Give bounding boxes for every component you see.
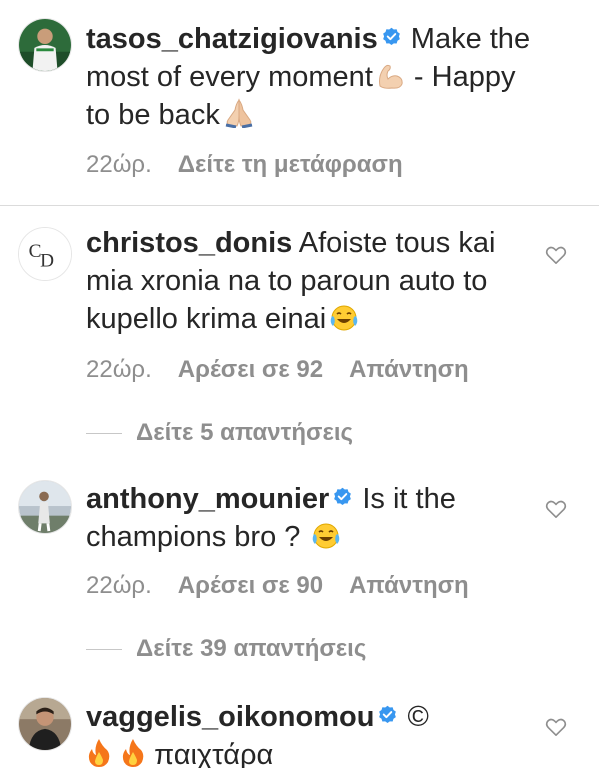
face-with-tears-of-joy-icon xyxy=(311,522,341,550)
heart-outline-icon xyxy=(545,718,567,736)
face-with-tears-of-joy-icon xyxy=(329,304,359,332)
view-replies-button[interactable]: Δείτε 39 απαντήσεις xyxy=(86,634,366,664)
comment-time: 22ώρ. xyxy=(86,356,152,383)
verified-badge-icon xyxy=(378,705,397,724)
verified-badge-icon xyxy=(333,487,352,506)
comment-likes[interactable]: Αρέσει σε 92 xyxy=(178,356,323,384)
comment-author-avatar[interactable] xyxy=(18,480,72,534)
comment-username[interactable]: anthony_mounier xyxy=(86,483,329,515)
post-caption: tasos_chatzigiovanis Make the most of ev… xyxy=(0,0,599,205)
comment-body: παιχτάρα xyxy=(154,739,274,768)
view-replies-button[interactable]: Δείτε 5 απαντήσεις xyxy=(86,418,353,448)
caption-text: tasos_chatzigiovanis Make the most of ev… xyxy=(86,20,546,134)
comment-username[interactable]: christos_donis xyxy=(86,227,292,259)
view-replies-label: Δείτε 39 απαντήσεις xyxy=(136,635,367,662)
svg-text:D: D xyxy=(40,251,54,272)
flexed-biceps-icon xyxy=(376,62,406,90)
heart-outline-icon xyxy=(545,246,567,264)
view-replies-label: Δείτε 5 απαντήσεις xyxy=(136,419,353,446)
heart-outline-icon xyxy=(545,500,567,518)
verified-badge-icon xyxy=(382,27,401,46)
comment-text: anthony_mounier Is it the champions bro … xyxy=(86,480,546,556)
comment-text: vaggelis_oikonomou © παιχτάρα xyxy=(86,698,546,768)
comment-text: christos_donis Afoiste tous kai mia xron… xyxy=(86,224,546,338)
replies-line xyxy=(86,649,122,651)
copyright-symbol: © xyxy=(407,701,429,733)
comment-author-avatar[interactable] xyxy=(18,697,72,751)
comment-likes[interactable]: Αρέσει σε 90 xyxy=(178,572,323,600)
comment-author-avatar[interactable]: C D xyxy=(18,227,72,281)
fire-icon xyxy=(86,738,112,768)
like-comment-button[interactable] xyxy=(545,245,567,265)
replies-line xyxy=(86,433,122,435)
reply-button[interactable]: Απάντηση xyxy=(349,356,469,384)
caption-author-avatar[interactable] xyxy=(18,18,72,72)
caption-username[interactable]: tasos_chatzigiovanis xyxy=(86,23,378,55)
fire-icon xyxy=(120,738,146,768)
see-translation-button[interactable]: Δείτε τη μετάφραση xyxy=(178,151,403,179)
caption-divider xyxy=(0,205,599,206)
caption-meta: 22ώρ. Δείτε τη μετάφραση xyxy=(86,151,403,179)
reply-button[interactable]: Απάντηση xyxy=(349,572,469,600)
like-comment-button[interactable] xyxy=(545,499,567,519)
comment-username[interactable]: vaggelis_oikonomou xyxy=(86,701,374,733)
comment-meta: 22ώρ. Αρέσει σε 92 Απάντηση xyxy=(86,356,469,384)
like-comment-button[interactable] xyxy=(545,717,567,737)
folded-hands-icon xyxy=(223,98,255,128)
comment-time: 22ώρ. xyxy=(86,572,152,599)
comment-meta: 22ώρ. Αρέσει σε 90 Απάντηση xyxy=(86,572,469,600)
caption-time: 22ώρ. xyxy=(86,151,152,178)
